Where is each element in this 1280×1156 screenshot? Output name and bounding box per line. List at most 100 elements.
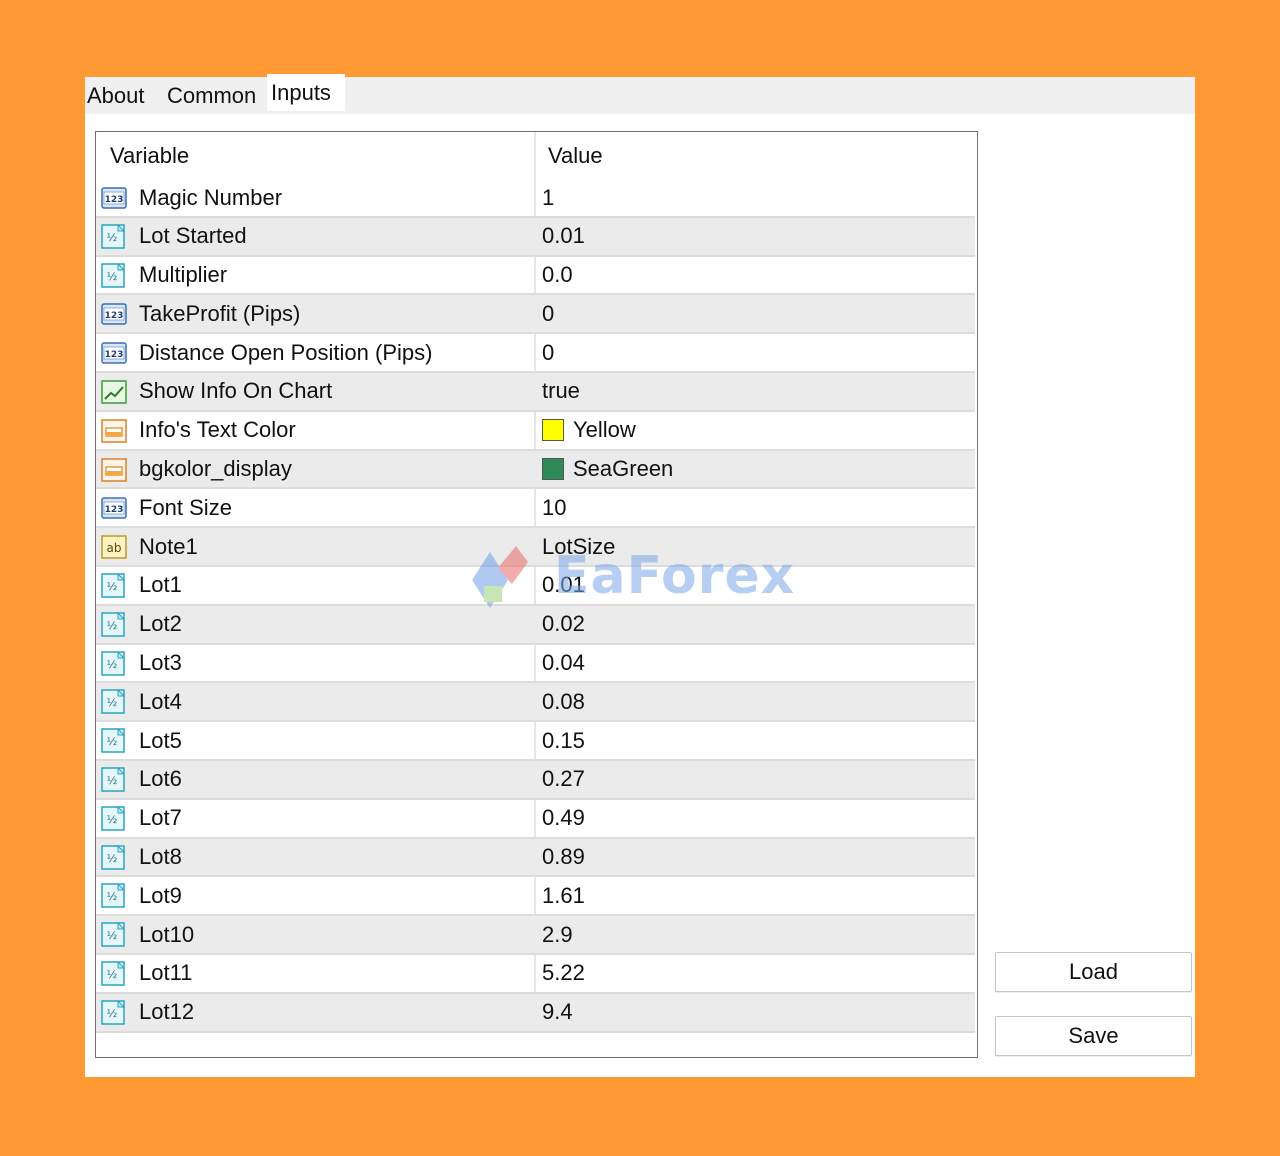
variable-value[interactable]: 9.4 bbox=[542, 994, 573, 1031]
variable-value-text: 0.02 bbox=[542, 611, 585, 637]
double-fraction-icon: ½ bbox=[101, 572, 127, 599]
svg-text:½: ½ bbox=[107, 231, 118, 244]
variable-value[interactable]: 0.01 bbox=[542, 218, 585, 255]
grid-row[interactable]: ½ Lot Started 0.01 bbox=[96, 217, 975, 257]
variable-name: Lot Started bbox=[139, 223, 247, 249]
variable-value[interactable]: 0.49 bbox=[542, 800, 585, 837]
double-fraction-icon: ½ bbox=[101, 689, 127, 715]
variable-value[interactable]: 0.01 bbox=[542, 567, 585, 604]
variable-value[interactable]: 10 bbox=[542, 489, 566, 526]
svg-text:½: ½ bbox=[107, 852, 118, 865]
variable-value[interactable]: true bbox=[542, 373, 580, 410]
variable-value-text: 0.15 bbox=[542, 727, 585, 753]
tab-about[interactable]: About bbox=[87, 77, 145, 114]
svg-text:½: ½ bbox=[107, 1007, 118, 1020]
variable-value-text: 0.01 bbox=[542, 223, 585, 249]
double-fraction-icon: ½ bbox=[101, 611, 127, 638]
grid-row[interactable]: bgkolor_display SeaGreen bbox=[96, 450, 975, 490]
variable-value[interactable]: LotSize bbox=[542, 528, 615, 565]
variable-name: Lot5 bbox=[139, 727, 182, 753]
variable-name: Lot11 bbox=[139, 960, 193, 986]
grid-row[interactable]: ½ Lot12 9.4 bbox=[96, 993, 975, 1033]
grid-row[interactable]: ½ Multiplier 0.0 bbox=[96, 257, 975, 296]
load-button[interactable]: Load bbox=[995, 952, 1192, 992]
svg-text:½: ½ bbox=[107, 580, 118, 593]
integer-123-icon: 123 bbox=[101, 185, 127, 211]
svg-text:½: ½ bbox=[107, 774, 118, 787]
variable-value[interactable]: 0.27 bbox=[542, 761, 585, 798]
variable-value[interactable]: 2.9 bbox=[542, 916, 573, 953]
variable-name: Lot4 bbox=[139, 688, 182, 714]
grid-row[interactable]: Show Info On Chart true bbox=[96, 372, 975, 412]
grid-row[interactable]: ½ Lot8 0.89 bbox=[96, 838, 975, 878]
variable-value[interactable]: 0.08 bbox=[542, 683, 585, 720]
save-button[interactable]: Save bbox=[995, 1016, 1192, 1056]
grid-row[interactable]: ½ Lot4 0.08 bbox=[96, 683, 975, 723]
header-variable[interactable]: Variable bbox=[110, 132, 189, 179]
grid-row[interactable]: ½ Lot6 0.27 bbox=[96, 760, 975, 800]
header-value[interactable]: Value bbox=[548, 132, 603, 179]
variable-value[interactable]: SeaGreen bbox=[542, 451, 673, 488]
variable-name: Lot6 bbox=[139, 766, 182, 792]
variable-value-text: 0 bbox=[542, 339, 555, 365]
variable-value[interactable]: Yellow bbox=[542, 412, 636, 449]
double-fraction-icon: ½ bbox=[101, 999, 127, 1026]
variable-value[interactable]: 0.04 bbox=[542, 645, 585, 682]
variable-value[interactable]: 5.22 bbox=[542, 955, 585, 992]
variable-name: Lot7 bbox=[139, 805, 182, 831]
variable-value[interactable]: 0.0 bbox=[542, 257, 573, 294]
grid-row[interactable]: ½ Lot3 0.04 bbox=[96, 645, 975, 684]
variable-value[interactable]: 1.61 bbox=[542, 877, 585, 914]
variable-value[interactable]: 1 bbox=[542, 179, 554, 216]
color-icon bbox=[101, 457, 127, 483]
variable-value[interactable]: 0 bbox=[542, 295, 554, 332]
variable-value-text: 1 bbox=[542, 184, 555, 210]
variable-value-text: LotSize bbox=[542, 533, 616, 559]
grid-row[interactable]: 123 Distance Open Position (Pips) 0 bbox=[96, 334, 975, 373]
variable-value-text: 2.9 bbox=[542, 921, 573, 947]
variable-name: Note1 bbox=[139, 533, 198, 559]
variable-value-text: 0.49 bbox=[542, 805, 585, 831]
svg-text:123: 123 bbox=[105, 195, 124, 205]
double-fraction-icon: ½ bbox=[101, 223, 127, 250]
svg-text:123: 123 bbox=[105, 311, 124, 321]
variable-value-text: 5.22 bbox=[542, 960, 585, 986]
double-fraction-icon: ½ bbox=[101, 844, 127, 871]
double-fraction-icon: ½ bbox=[101, 727, 127, 754]
grid-row[interactable]: ½ Lot7 0.49 bbox=[96, 800, 975, 839]
grid-row[interactable]: Info's Text Color Yellow bbox=[96, 412, 975, 451]
variable-value-text: 10 bbox=[542, 494, 567, 520]
variable-value[interactable]: 0.15 bbox=[542, 722, 585, 759]
svg-text:½: ½ bbox=[107, 658, 118, 671]
variable-value-text: SeaGreen bbox=[573, 456, 674, 482]
grid-row[interactable]: ½ Lot10 2.9 bbox=[96, 916, 975, 955]
grid-row[interactable]: ½ Lot9 1.61 bbox=[96, 877, 975, 917]
grid-row[interactable]: 123 TakeProfit (Pips) 0 bbox=[96, 295, 975, 335]
double-fraction-icon: ½ bbox=[101, 766, 127, 793]
variable-value[interactable]: 0.02 bbox=[542, 606, 585, 643]
svg-text:½: ½ bbox=[107, 619, 118, 632]
variable-name: Distance Open Position (Pips) bbox=[139, 339, 433, 365]
tab-common[interactable]: Common bbox=[167, 77, 256, 114]
svg-text:½: ½ bbox=[107, 735, 118, 748]
grid-row[interactable]: 123 Font Size 10 bbox=[96, 489, 975, 529]
tab-inputs[interactable]: Inputs bbox=[267, 74, 345, 111]
variable-value[interactable]: 0 bbox=[542, 334, 554, 371]
svg-text:½: ½ bbox=[107, 813, 118, 826]
grid-row[interactable]: ab Note1 LotSize bbox=[96, 528, 975, 567]
integer-123-icon: 123 bbox=[101, 495, 127, 521]
grid-row[interactable]: ½ Lot5 0.15 bbox=[96, 722, 975, 761]
variable-name: Show Info On Chart bbox=[139, 378, 333, 404]
variable-value[interactable]: 0.89 bbox=[542, 839, 585, 876]
grid-row[interactable]: ½ Lot11 5.22 bbox=[96, 955, 975, 994]
variable-name: Info's Text Color bbox=[139, 417, 296, 443]
integer-123-icon: 123 bbox=[101, 340, 127, 366]
grid-row[interactable]: ½ Lot1 0.01 bbox=[96, 567, 975, 606]
svg-text:½: ½ bbox=[107, 270, 118, 283]
grid-rows: 123 Magic Number 1 ½ Lot Started 0.01 ½ Multipl… bbox=[96, 179, 975, 1033]
grid-row[interactable]: ½ Lot2 0.02 bbox=[96, 605, 975, 645]
svg-text:½: ½ bbox=[107, 890, 118, 903]
grid-row[interactable]: 123 Magic Number 1 bbox=[96, 179, 975, 218]
variable-name: Magic Number bbox=[139, 184, 283, 210]
variable-name: Font Size bbox=[139, 494, 232, 520]
